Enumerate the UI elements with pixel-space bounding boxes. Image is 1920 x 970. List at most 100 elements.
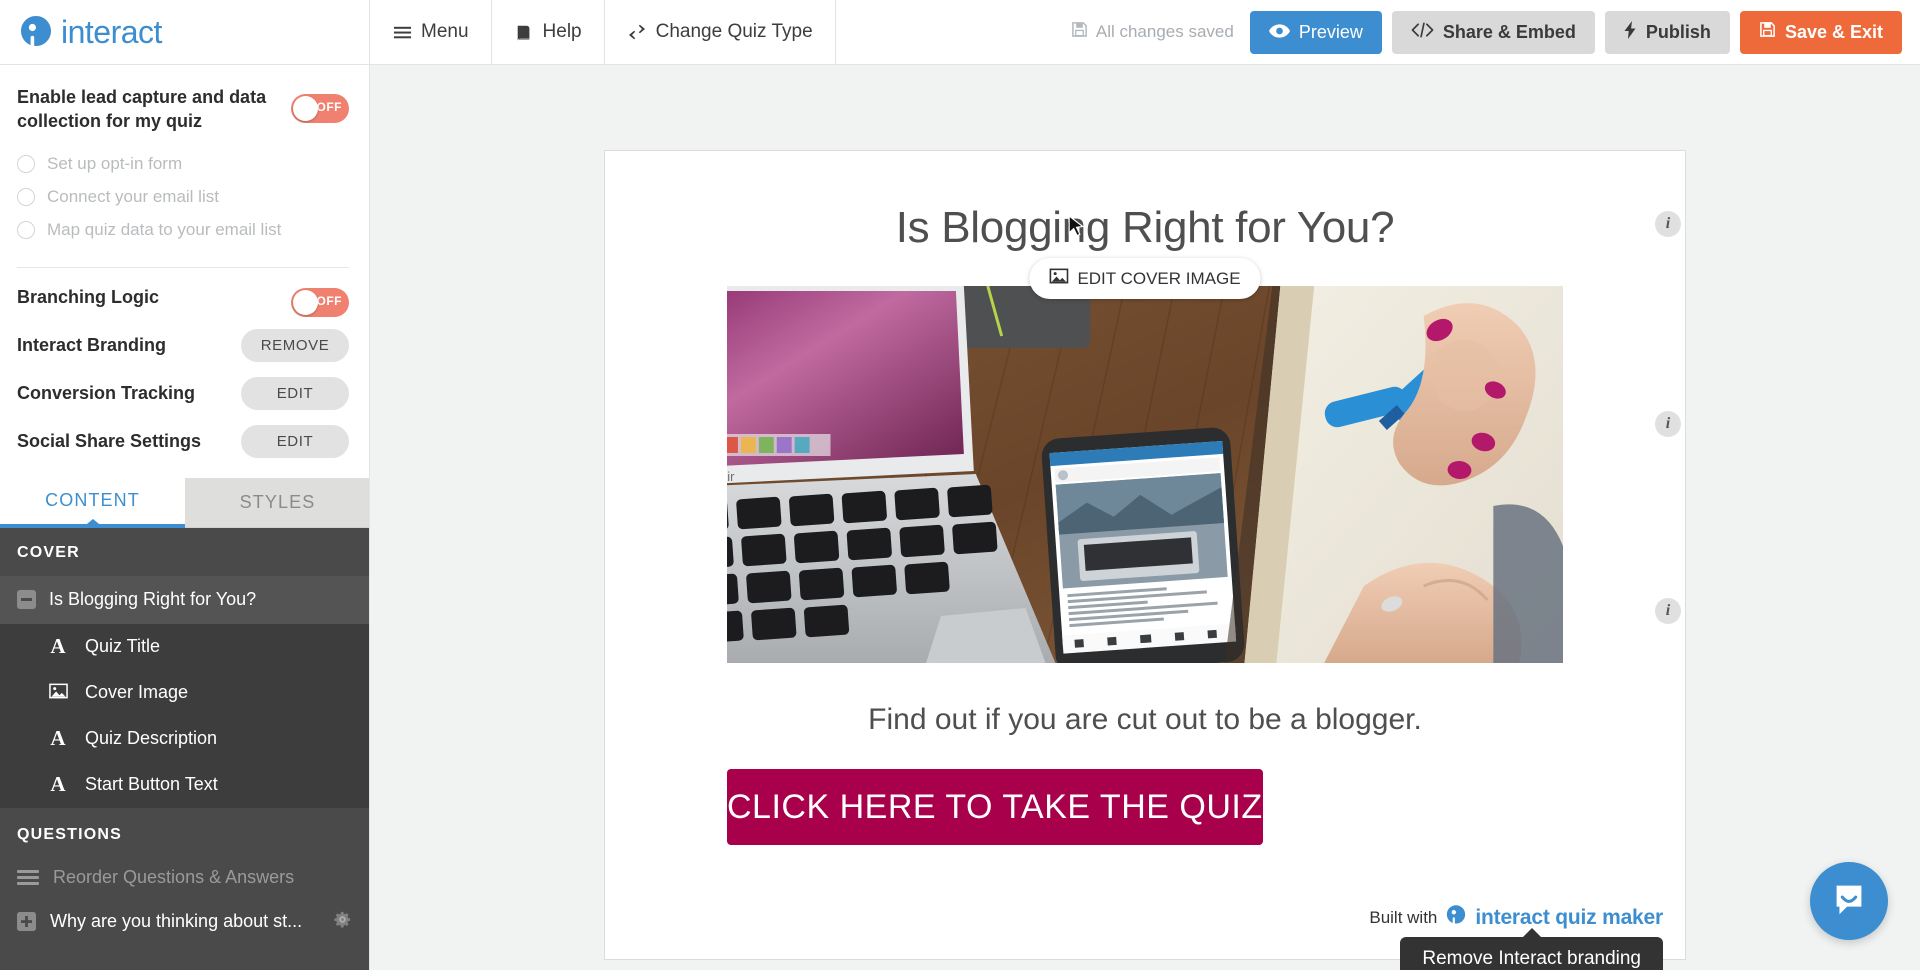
- setting-interact-branding: Interact Branding REMOVE: [17, 322, 349, 370]
- menu-group: Menu Help Change Quiz Type: [370, 0, 836, 65]
- lead-capture-title: Enable lead capture and data collection …: [17, 87, 267, 132]
- text-a-icon: A: [50, 726, 66, 751]
- step-label: Set up opt-in form: [47, 154, 183, 174]
- menu-button-label: Menu: [421, 21, 469, 42]
- swap-arrows-icon: [627, 22, 647, 42]
- radio-icon: [17, 221, 35, 240]
- image-icon: [1049, 268, 1069, 289]
- tree-item-start-button-text[interactable]: A Start Button Text: [0, 761, 369, 808]
- save-exit-button[interactable]: Save & Exit: [1739, 10, 1902, 54]
- sidebar-tabs: CONTENT STYLES: [0, 477, 369, 528]
- info-cover-image-button[interactable]: i: [1655, 411, 1681, 437]
- bolt-icon: [1624, 20, 1637, 44]
- tree-item-quiz-description[interactable]: A Quiz Description: [0, 715, 369, 762]
- reorder-questions-button[interactable]: Reorder Questions & Answers: [0, 855, 369, 900]
- interact-logo-icon: [18, 14, 54, 50]
- tab-styles-label: STYLES: [239, 491, 316, 512]
- radio-icon: [17, 155, 35, 174]
- left-sidebar: Enable lead capture and data collection …: [0, 65, 370, 970]
- reorder-questions-label: Reorder Questions & Answers: [53, 867, 295, 888]
- share-embed-button[interactable]: Share & Embed: [1391, 10, 1595, 54]
- question-item-label: Why are you thinking about st...: [50, 911, 303, 932]
- reorder-lines-icon: [17, 870, 39, 886]
- lead-capture-block: Enable lead capture and data collection …: [0, 65, 369, 251]
- tree-item-label: Start Button Text: [85, 774, 218, 795]
- brand-logo[interactable]: interact: [0, 0, 370, 65]
- interact-logo-icon: [1445, 904, 1467, 931]
- step-connect-email-list[interactable]: Connect your email list: [17, 181, 349, 214]
- lead-capture-toggle-state: OFF: [316, 100, 342, 114]
- image-icon: [48, 680, 68, 705]
- remove-branding-tooltip: Remove Interact branding: [1400, 937, 1663, 970]
- publish-button-label: Publish: [1645, 21, 1711, 42]
- built-with-brand[interactable]: interact quiz maker: [1475, 906, 1663, 930]
- edit-social-share-button[interactable]: EDIT: [241, 425, 349, 459]
- floppy-disk-icon: [1071, 21, 1088, 43]
- setting-branching-logic: Branching Logic OFF: [17, 274, 349, 322]
- help-button[interactable]: Help: [492, 0, 605, 65]
- intercom-chat-button[interactable]: [1810, 862, 1888, 940]
- save-exit-label: Save & Exit: [1784, 21, 1883, 42]
- edit-cover-image-button[interactable]: EDIT COVER IMAGE: [1029, 258, 1261, 299]
- edit-conversion-tracking-button[interactable]: EDIT: [241, 377, 349, 411]
- menu-button[interactable]: Menu: [370, 0, 492, 65]
- questions-section-heading: QUESTIONS: [0, 807, 369, 856]
- setting-social-share: Social Share Settings EDIT: [17, 418, 349, 466]
- step-label: Connect your email list: [47, 187, 219, 207]
- expand-plus-icon[interactable]: [17, 912, 36, 932]
- tree-item-cover-image[interactable]: Cover Image: [0, 669, 369, 716]
- setting-label: Branching Logic: [17, 287, 160, 308]
- quiz-description[interactable]: Find out if you are cut out to be a blog…: [605, 703, 1685, 737]
- floppy-disk-icon: [1759, 21, 1776, 43]
- step-map-quiz-data[interactable]: Map quiz data to your email list: [17, 214, 349, 247]
- tab-content[interactable]: CONTENT: [0, 477, 185, 528]
- hamburger-icon: [392, 22, 412, 42]
- radio-icon: [17, 188, 35, 207]
- info-title-button[interactable]: i: [1655, 211, 1681, 237]
- setting-label: Interact Branding: [17, 335, 167, 356]
- lead-capture-toggle[interactable]: OFF: [291, 94, 349, 123]
- help-button-label: Help: [542, 21, 582, 42]
- tree-item-quiz-title[interactable]: A Quiz Title: [0, 623, 369, 670]
- cover-section-heading: COVER: [17, 543, 80, 561]
- info-description-button[interactable]: i: [1655, 598, 1681, 624]
- cover-image[interactable]: ok Air: [727, 286, 1563, 663]
- question-item-1[interactable]: Why are you thinking about st...: [0, 899, 369, 944]
- text-a-icon: A: [50, 772, 66, 797]
- preview-button-label: Preview: [1298, 21, 1363, 42]
- quiz-preview-card: Is Blogging Right for You? EDIT COVER IM…: [604, 150, 1686, 970]
- publish-button[interactable]: Publish: [1604, 10, 1730, 54]
- share-embed-label: Share & Embed: [1442, 21, 1576, 42]
- gear-icon[interactable]: [333, 910, 352, 934]
- setting-label: Conversion Tracking: [17, 383, 196, 404]
- eye-icon: [1268, 22, 1290, 43]
- built-with-branding: Built with interact quiz maker: [1369, 904, 1663, 931]
- change-quiz-type-label: Change Quiz Type: [655, 21, 813, 42]
- change-quiz-type-button[interactable]: Change Quiz Type: [605, 0, 836, 65]
- start-quiz-button[interactable]: CLICK HERE TO TAKE THE QUIZ: [727, 769, 1263, 845]
- tab-content-label: CONTENT: [45, 490, 140, 511]
- tab-styles[interactable]: STYLES: [185, 477, 369, 528]
- lead-capture-row: Enable lead capture and data collection …: [17, 85, 349, 134]
- edit-cover-image-label: EDIT COVER IMAGE: [1077, 268, 1241, 288]
- tree-item-label: Is Blogging Right for You?: [49, 589, 257, 610]
- save-status: All changes saved: [1071, 21, 1234, 43]
- step-label: Map quiz data to your email list: [47, 220, 282, 240]
- lead-capture-steps: Set up opt-in form Connect your email li…: [17, 148, 349, 247]
- toggle-knob: [293, 96, 318, 121]
- brand-name: interact: [61, 13, 162, 50]
- tree-item-cover-root[interactable]: Is Blogging Right for You?: [0, 575, 369, 624]
- branching-logic-state: OFF: [316, 293, 342, 308]
- collapse-minus-icon[interactable]: [17, 590, 36, 610]
- branching-logic-toggle[interactable]: OFF: [291, 287, 349, 317]
- setting-conversion-tracking: Conversion Tracking EDIT: [17, 370, 349, 418]
- book-icon: [514, 22, 534, 42]
- remove-branding-button[interactable]: REMOVE: [241, 329, 349, 363]
- quiz-title[interactable]: Is Blogging Right for You?: [605, 203, 1685, 253]
- top-toolbar: interact Menu Help Change Quiz Type All …: [0, 0, 1920, 65]
- preview-button[interactable]: Preview: [1249, 10, 1382, 54]
- step-set-up-opt-in-form[interactable]: Set up opt-in form: [17, 148, 349, 181]
- intercom-chat-icon: [1828, 878, 1870, 925]
- built-with-prefix: Built with: [1369, 907, 1438, 927]
- main-canvas: Is Blogging Right for You? EDIT COVER IM…: [370, 65, 1920, 970]
